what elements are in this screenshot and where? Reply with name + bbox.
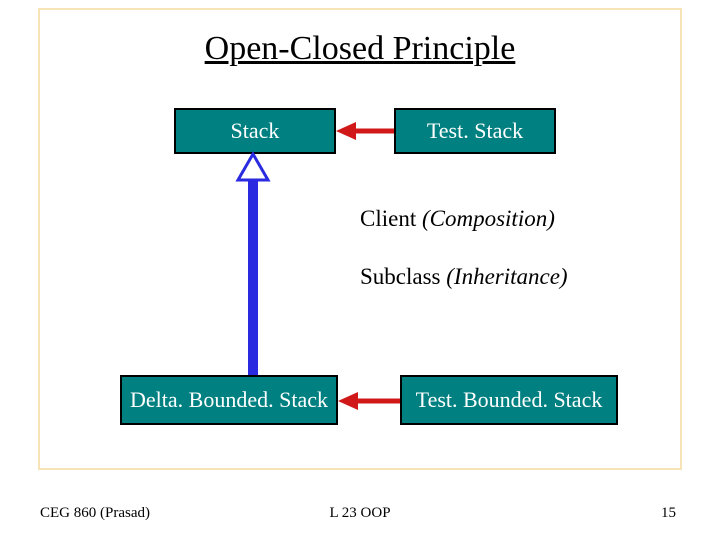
box-stack-label: Stack — [231, 118, 280, 144]
label-subclass-inheritance: Subclass (Inheritance) — [360, 264, 568, 290]
slide: Open-Closed Principle Stack Test. Stack … — [0, 0, 720, 540]
label-subclass-word: Subclass — [360, 264, 446, 289]
footer-right: 15 — [661, 505, 676, 522]
label-subclass-paren: (Inheritance) — [446, 264, 567, 289]
box-deltabounded: Delta. Bounded. Stack — [120, 375, 338, 425]
arrow-teststack-to-stack — [336, 118, 394, 144]
label-client-paren: (Composition) — [422, 206, 555, 231]
box-stack: Stack — [174, 108, 336, 154]
box-teststack-label: Test. Stack — [427, 118, 523, 144]
slide-title: Open-Closed Principle — [0, 30, 720, 68]
arrow-testbounded-to-deltabounded — [338, 388, 400, 414]
box-testbounded-label: Test. Bounded. Stack — [416, 387, 603, 413]
box-testbounded: Test. Bounded. Stack — [400, 375, 618, 425]
label-client-word: Client — [360, 206, 422, 231]
arrow-inheritance — [236, 154, 270, 375]
footer-center: L 23 OOP — [0, 505, 720, 522]
box-deltabounded-label: Delta. Bounded. Stack — [130, 387, 328, 413]
label-client-composition: Client (Composition) — [360, 206, 555, 232]
box-teststack: Test. Stack — [394, 108, 556, 154]
